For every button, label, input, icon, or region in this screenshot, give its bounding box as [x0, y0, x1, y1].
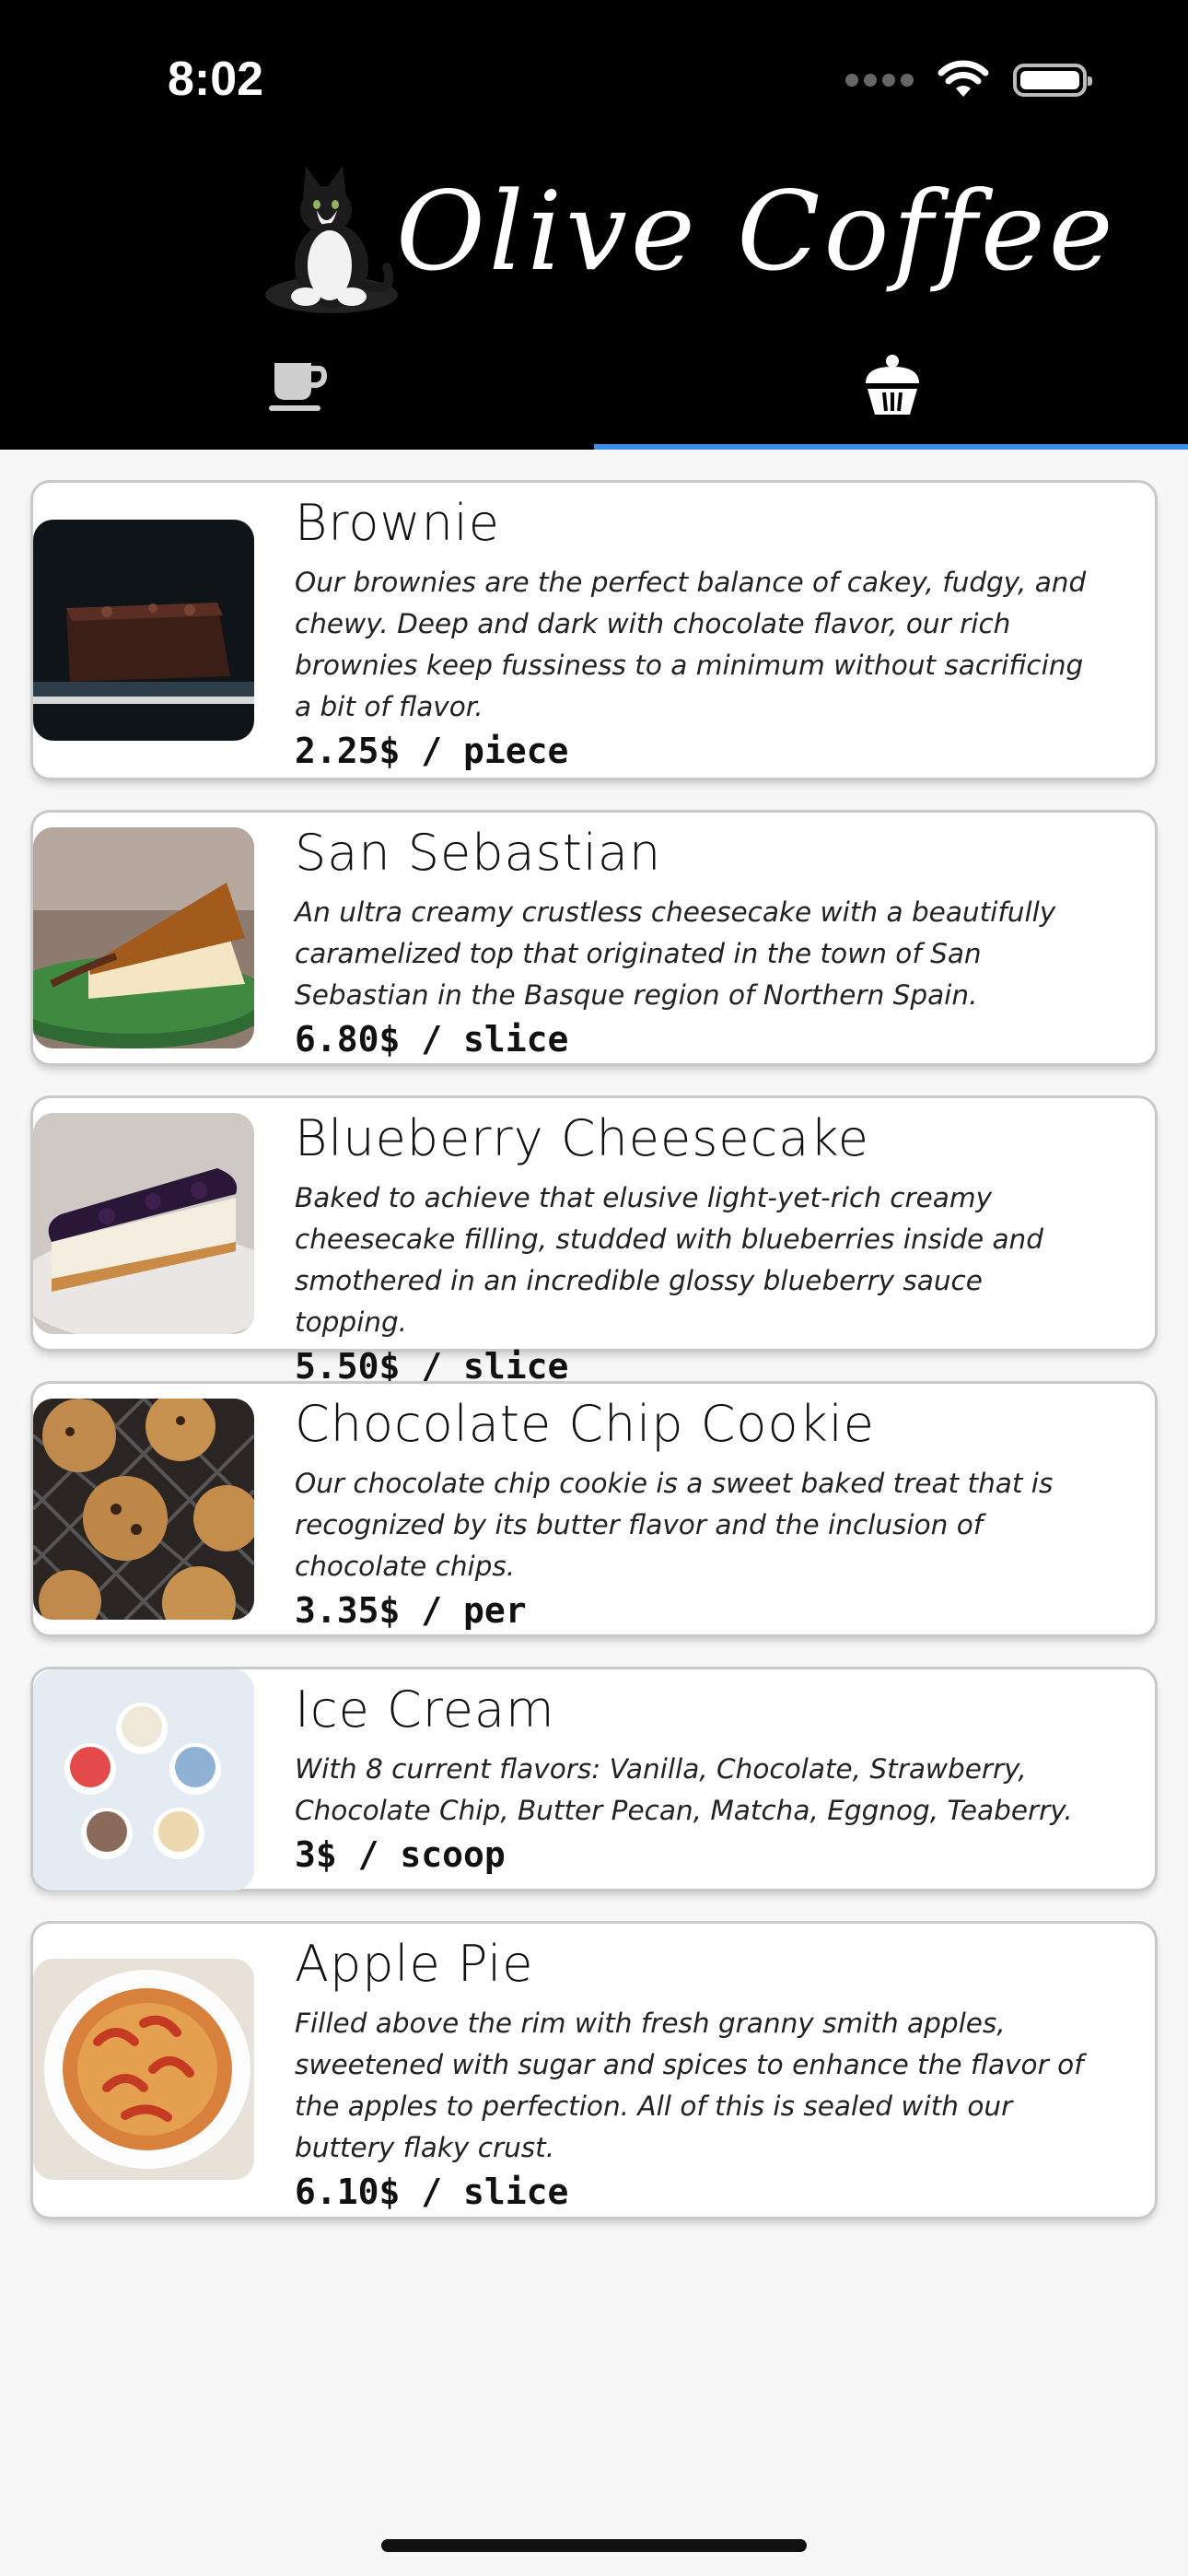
battery-icon	[1013, 64, 1092, 97]
menu-item-card[interactable]: Blueberry Cheesecake Baked to achieve th…	[33, 1098, 1155, 1387]
item-title: San Sebastian	[295, 824, 662, 882]
menu-list: Brownie Our brownies are the perfect bal…	[33, 483, 1155, 2252]
apple-pie-image	[33, 1959, 254, 2180]
item-description: Filled above the rim with fresh granny s…	[295, 2008, 1084, 2163]
coffee-cup-icon	[269, 363, 328, 411]
menu-item-card[interactable]: Apple Pie Filled above the rim with fres…	[33, 1924, 1155, 2217]
menu-item-card[interactable]: Ice Cream With 8 current flavors: Vanill…	[33, 1669, 1155, 1891]
item-description: Our brownies are the perfect balance of …	[295, 567, 1087, 722]
home-indicator[interactable]	[381, 2539, 807, 2552]
item-description: An ultra creamy crustless cheesecake wit…	[295, 896, 1056, 1011]
wifi-icon	[938, 60, 989, 97]
item-description: With 8 current flavors: Vanilla, Chocola…	[295, 1753, 1073, 1826]
blueberry-cheesecake-image	[33, 1113, 254, 1334]
brand-logo: Olive Coffee	[258, 157, 1113, 322]
san-sebastian-image	[33, 827, 254, 1048]
cookie-image	[33, 1399, 254, 1620]
item-price: 6.80$ / slice	[295, 1019, 569, 1060]
menu-item-card[interactable]: Chocolate Chip Cookie Our chocolate chip…	[33, 1384, 1155, 1634]
cellular-signal-icon	[845, 74, 914, 87]
brand-name: Olive Coffee	[396, 168, 1117, 295]
selected-tab-indicator	[594, 444, 1188, 450]
ice-cream-image	[33, 1669, 254, 1891]
item-price: 6.10$ / slice	[295, 2172, 569, 2212]
item-title: Apple Pie	[295, 1935, 534, 1993]
item-title: Blueberry Cheesecake	[295, 1109, 869, 1167]
cupcake-icon	[866, 355, 919, 415]
cat-logo-icon	[265, 166, 398, 313]
item-title: Brownie	[295, 494, 501, 552]
tab-drinks[interactable]	[0, 341, 594, 450]
item-price: 5.50$ / slice	[295, 1346, 569, 1387]
brownie-image	[33, 520, 254, 741]
app-header: 8:02 Olive Coffee	[0, 0, 1188, 450]
menu-item-card[interactable]: San Sebastian An ultra creamy crustless …	[33, 813, 1155, 1063]
item-title: Ice Cream	[295, 1680, 555, 1739]
status-time: 8:02	[168, 53, 264, 106]
item-price: 3$ / scoop	[295, 1834, 506, 1875]
item-description: Baked to achieve that elusive light-yet-…	[295, 1182, 1043, 1338]
item-title: Chocolate Chip Cookie	[295, 1395, 876, 1453]
menu-item-card[interactable]: Brownie Our brownies are the perfect bal…	[33, 483, 1155, 778]
status-icons	[845, 57, 1092, 103]
item-price: 2.25$ / piece	[295, 731, 569, 771]
item-price: 3.35$ / per	[295, 1590, 527, 1631]
tab-desserts[interactable]	[594, 341, 1188, 450]
item-description: Our chocolate chip cookie is a sweet bak…	[295, 1468, 1054, 1582]
